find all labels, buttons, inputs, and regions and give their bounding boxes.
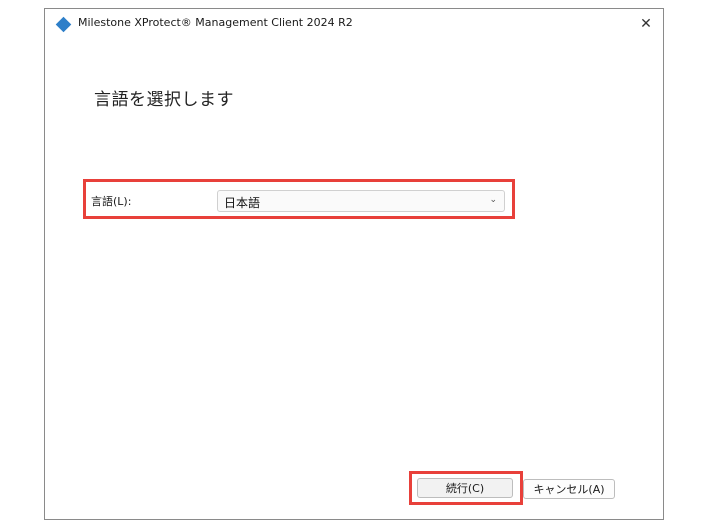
cancel-button[interactable]: キャンセル(A) [523, 479, 615, 499]
close-button[interactable]: ✕ [629, 9, 663, 39]
app-logo-icon [55, 16, 72, 33]
language-row: 言語(L): 日本語 ⌄ [85, 187, 511, 215]
page-title: 言語を選択します [94, 90, 234, 110]
language-label: 言語(L): [91, 195, 132, 208]
dialog-window: Milestone XProtect® Management Client 20… [44, 8, 664, 520]
window-title: Milestone XProtect® Management Client 20… [78, 16, 353, 29]
chevron-down-icon[interactable]: ⌄ [489, 195, 497, 205]
language-select[interactable]: 日本語 ⌄ [217, 190, 505, 212]
language-selected-value: 日本語 [224, 196, 261, 210]
continue-button[interactable]: 続行(C) [417, 478, 513, 498]
title-bar[interactable]: Milestone XProtect® Management Client 20… [45, 9, 663, 39]
